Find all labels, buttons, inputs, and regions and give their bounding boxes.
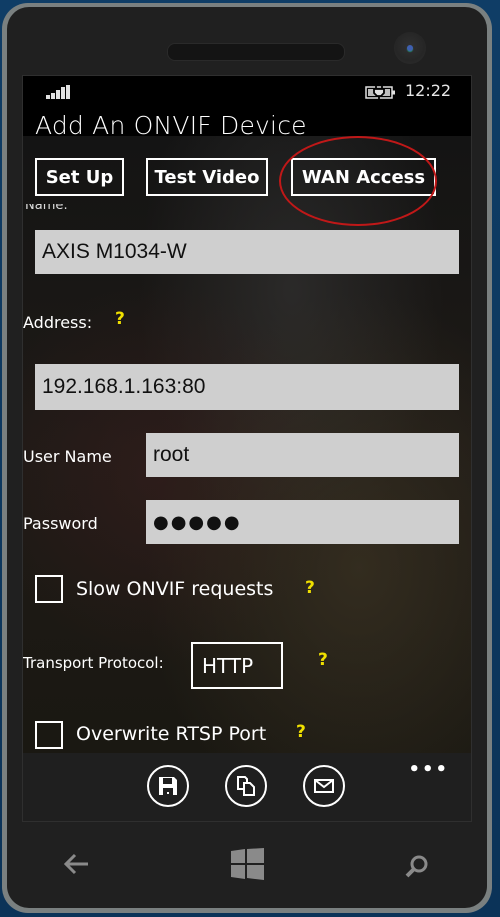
save-icon <box>159 777 177 795</box>
copy-icon <box>237 776 255 796</box>
search-icon[interactable] <box>404 854 430 878</box>
slow-onvif-checkbox[interactable] <box>35 575 63 603</box>
transport-help-button[interactable]: ? <box>318 650 328 670</box>
save-button[interactable] <box>147 765 189 807</box>
username-input[interactable] <box>146 433 459 477</box>
slow-onvif-help-button[interactable]: ? <box>305 578 315 598</box>
address-input[interactable] <box>35 364 459 410</box>
overwrite-rtsp-help-button[interactable]: ? <box>296 722 306 742</box>
password-label: Password <box>23 514 98 533</box>
transport-protocol-select[interactable]: HTTP <box>191 642 283 689</box>
signal-bars-icon <box>46 85 72 99</box>
address-help-button[interactable]: ? <box>115 309 125 329</box>
more-options-button[interactable]: ••• <box>408 759 449 780</box>
password-input[interactable]: ●●●●● <box>146 500 459 544</box>
overwrite-rtsp-label: Overwrite RTSP Port <box>76 723 267 745</box>
phone-screen: 12:22 Add An ONVIF Device Set Up Test Vi… <box>22 75 472 822</box>
app-bar: ••• <box>23 753 471 821</box>
front-camera-icon <box>394 32 426 64</box>
name-input[interactable] <box>35 230 459 274</box>
address-label: Address: <box>23 313 93 332</box>
mail-icon <box>314 779 334 793</box>
transport-protocol-label: Transport Protocol: <box>23 654 164 672</box>
earpiece-speaker <box>167 43 345 61</box>
name-label: Name: <box>25 204 68 212</box>
highlight-annotation <box>279 136 437 226</box>
page-title: Add An ONVIF Device <box>35 111 307 140</box>
username-label: User Name <box>23 447 112 466</box>
windows-start-icon[interactable] <box>231 848 264 880</box>
battery-charging-icon <box>365 85 395 99</box>
back-icon[interactable] <box>63 852 91 876</box>
slow-onvif-label: Slow ONVIF requests <box>76 578 274 600</box>
mail-button[interactable] <box>303 765 345 807</box>
tab-test-video[interactable]: Test Video <box>146 158 268 196</box>
tab-set-up[interactable]: Set Up <box>35 158 124 196</box>
status-bar: 12:22 <box>23 76 471 106</box>
clock: 12:22 <box>405 81 452 100</box>
copy-button[interactable] <box>225 765 267 807</box>
overwrite-rtsp-checkbox[interactable] <box>35 721 63 749</box>
